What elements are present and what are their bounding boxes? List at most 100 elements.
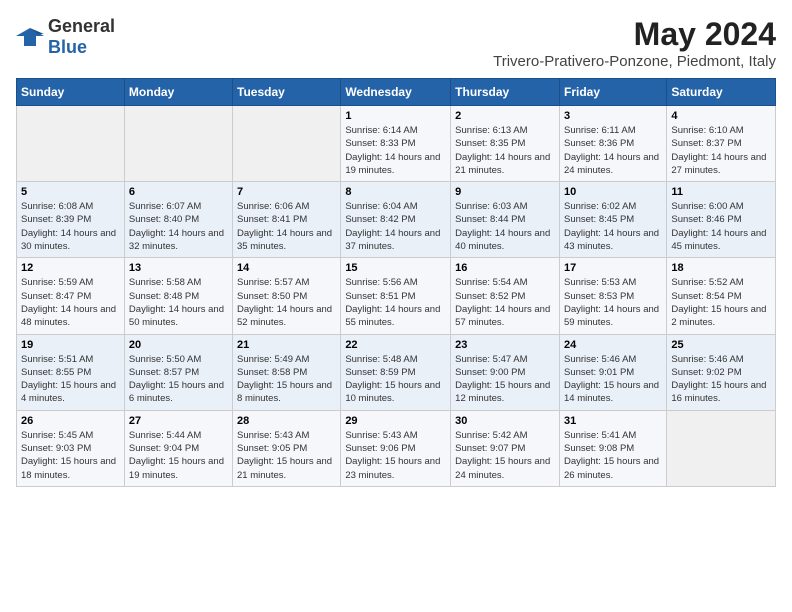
calendar-cell: 16 Sunrise: 5:54 AMSunset: 8:52 PMDayligh…	[451, 258, 560, 334]
calendar-cell: 20Sunrise: 5:50 AMSunset: 8:57 PMDayligh…	[124, 334, 232, 410]
day-number: 16	[455, 262, 555, 274]
title-area: May 2024 Trivero-Prativero-Ponzone, Pied…	[493, 16, 776, 70]
day-info: Sunrise: 5:50 AMSunset: 8:57 PMDaylight:…	[129, 353, 228, 406]
weekday-header-monday: Monday	[124, 79, 232, 106]
logo-bird-icon	[16, 26, 44, 48]
day-number: 5	[21, 186, 120, 198]
calendar-cell: 17 Sunrise: 5:53 AMSunset: 8:53 PMDayligh…	[559, 258, 666, 334]
calendar-cell	[17, 106, 125, 182]
calendar-cell: 31 Sunrise: 5:41 AMSunset: 9:08 PMDayligh…	[559, 410, 666, 486]
day-info: Sunrise: 5:58 AMSunset: 8:48 PMDaylight:…	[129, 276, 228, 329]
calendar-cell: 4Sunrise: 6:10 AMSunset: 8:37 PMDaylight…	[667, 106, 776, 182]
calendar-cell: 13 Sunrise: 5:58 AMSunset: 8:48 PMDayligh…	[124, 258, 232, 334]
day-info: Sunrise: 5:59 AMSunset: 8:47 PMDaylight:…	[21, 276, 120, 329]
weekday-header-row: SundayMondayTuesdayWednesdayThursdayFrid…	[17, 79, 776, 106]
day-info: Sunrise: 6:08 AMSunset: 8:39 PMDaylight:…	[21, 200, 120, 253]
weekday-header-thursday: Thursday	[451, 79, 560, 106]
calendar-week-row: 12 Sunrise: 5:59 AMSunset: 8:47 PMDayligh…	[17, 258, 776, 334]
calendar-cell: 8 Sunrise: 6:04 AMSunset: 8:42 PMDaylight…	[341, 182, 451, 258]
day-number: 11	[671, 186, 771, 198]
weekday-header-wednesday: Wednesday	[341, 79, 451, 106]
day-number: 10	[564, 186, 662, 198]
day-number: 8	[345, 186, 446, 198]
day-info: Sunrise: 5:57 AMSunset: 8:50 PMDaylight:…	[237, 276, 336, 329]
day-info: Sunrise: 6:04 AMSunset: 8:42 PMDaylight:…	[345, 200, 446, 253]
calendar-cell	[233, 106, 341, 182]
day-info: Sunrise: 5:45 AMSunset: 9:03 PMDaylight:…	[21, 429, 120, 482]
calendar-cell: 28Sunrise: 5:43 AMSunset: 9:05 PMDayligh…	[233, 410, 341, 486]
day-info: Sunrise: 5:56 AMSunset: 8:51 PMDaylight:…	[345, 276, 446, 329]
day-info: Sunrise: 6:03 AMSunset: 8:44 PMDaylight:…	[455, 200, 555, 253]
calendar-cell: 21 Sunrise: 5:49 AMSunset: 8:58 PMDayligh…	[233, 334, 341, 410]
day-info: Sunrise: 5:46 AMSunset: 9:02 PMDaylight:…	[671, 353, 771, 406]
day-number: 15	[345, 262, 446, 274]
day-info: Sunrise: 6:14 AMSunset: 8:33 PMDaylight:…	[345, 124, 446, 177]
calendar-cell: 2 Sunrise: 6:13 AMSunset: 8:35 PMDaylight…	[451, 106, 560, 182]
day-info: Sunrise: 5:51 AMSunset: 8:55 PMDaylight:…	[21, 353, 120, 406]
day-info: Sunrise: 6:13 AMSunset: 8:35 PMDaylight:…	[455, 124, 555, 177]
weekday-header-tuesday: Tuesday	[233, 79, 341, 106]
calendar-cell: 12 Sunrise: 5:59 AMSunset: 8:47 PMDayligh…	[17, 258, 125, 334]
day-number: 19	[21, 339, 120, 351]
day-number: 30	[455, 415, 555, 427]
calendar-cell: 29 Sunrise: 5:43 AMSunset: 9:06 PMDayligh…	[341, 410, 451, 486]
calendar-cell: 26Sunrise: 5:45 AMSunset: 9:03 PMDayligh…	[17, 410, 125, 486]
day-info: Sunrise: 5:48 AMSunset: 8:59 PMDaylight:…	[345, 353, 446, 406]
day-number: 27	[129, 415, 228, 427]
calendar-cell: 27 Sunrise: 5:44 AMSunset: 9:04 PMDayligh…	[124, 410, 232, 486]
calendar-week-row: 19 Sunrise: 5:51 AMSunset: 8:55 PMDayligh…	[17, 334, 776, 410]
calendar-week-row: 1 Sunrise: 6:14 AMSunset: 8:33 PMDaylight…	[17, 106, 776, 182]
calendar-cell: 3Sunrise: 6:11 AMSunset: 8:36 PMDaylight…	[559, 106, 666, 182]
calendar-cell: 5 Sunrise: 6:08 AMSunset: 8:39 PMDaylight…	[17, 182, 125, 258]
calendar-cell: 6Sunrise: 6:07 AMSunset: 8:40 PMDaylight…	[124, 182, 232, 258]
calendar-cell: 9 Sunrise: 6:03 AMSunset: 8:44 PMDaylight…	[451, 182, 560, 258]
day-number: 24	[564, 339, 662, 351]
day-number: 17	[564, 262, 662, 274]
day-info: Sunrise: 5:41 AMSunset: 9:08 PMDaylight:…	[564, 429, 662, 482]
calendar-cell: 11Sunrise: 6:00 AMSunset: 8:46 PMDayligh…	[667, 182, 776, 258]
weekday-header-sunday: Sunday	[17, 79, 125, 106]
day-number: 13	[129, 262, 228, 274]
day-info: Sunrise: 5:43 AMSunset: 9:06 PMDaylight:…	[345, 429, 446, 482]
day-number: 1	[345, 110, 446, 122]
calendar-cell: 19 Sunrise: 5:51 AMSunset: 8:55 PMDayligh…	[17, 334, 125, 410]
calendar-cell: 23Sunrise: 5:47 AMSunset: 9:00 PMDayligh…	[451, 334, 560, 410]
calendar-cell: 1 Sunrise: 6:14 AMSunset: 8:33 PMDaylight…	[341, 106, 451, 182]
day-info: Sunrise: 5:42 AMSunset: 9:07 PMDaylight:…	[455, 429, 555, 482]
calendar-cell	[124, 106, 232, 182]
day-number: 2	[455, 110, 555, 122]
day-number: 31	[564, 415, 662, 427]
day-info: Sunrise: 5:49 AMSunset: 8:58 PMDaylight:…	[237, 353, 336, 406]
day-number: 22	[345, 339, 446, 351]
day-info: Sunrise: 6:07 AMSunset: 8:40 PMDaylight:…	[129, 200, 228, 253]
day-info: Sunrise: 5:46 AMSunset: 9:01 PMDaylight:…	[564, 353, 662, 406]
day-info: Sunrise: 6:06 AMSunset: 8:41 PMDaylight:…	[237, 200, 336, 253]
location-title: Trivero-Prativero-Ponzone, Piedmont, Ita…	[493, 53, 776, 70]
day-number: 4	[671, 110, 771, 122]
calendar-cell: 14Sunrise: 5:57 AMSunset: 8:50 PMDayligh…	[233, 258, 341, 334]
day-info: Sunrise: 5:54 AMSunset: 8:52 PMDaylight:…	[455, 276, 555, 329]
weekday-header-saturday: Saturday	[667, 79, 776, 106]
calendar-cell: 24 Sunrise: 5:46 AMSunset: 9:01 PMDayligh…	[559, 334, 666, 410]
day-number: 3	[564, 110, 662, 122]
day-number: 18	[671, 262, 771, 274]
day-info: Sunrise: 6:02 AMSunset: 8:45 PMDaylight:…	[564, 200, 662, 253]
day-info: Sunrise: 5:44 AMSunset: 9:04 PMDaylight:…	[129, 429, 228, 482]
day-number: 7	[237, 186, 336, 198]
day-info: Sunrise: 5:52 AMSunset: 8:54 PMDaylight:…	[671, 276, 771, 329]
month-title: May 2024	[493, 16, 776, 53]
calendar-cell	[667, 410, 776, 486]
day-number: 12	[21, 262, 120, 274]
day-info: Sunrise: 5:53 AMSunset: 8:53 PMDaylight:…	[564, 276, 662, 329]
day-number: 9	[455, 186, 555, 198]
header-area: General Blue May 2024 Trivero-Prativero-…	[16, 16, 776, 70]
calendar-cell: 22 Sunrise: 5:48 AMSunset: 8:59 PMDayligh…	[341, 334, 451, 410]
calendar-cell: 30 Sunrise: 5:42 AMSunset: 9:07 PMDayligh…	[451, 410, 560, 486]
calendar-cell: 18 Sunrise: 5:52 AMSunset: 8:54 PMDayligh…	[667, 258, 776, 334]
calendar-cell: 15 Sunrise: 5:56 AMSunset: 8:51 PMDayligh…	[341, 258, 451, 334]
calendar-table: SundayMondayTuesdayWednesdayThursdayFrid…	[16, 78, 776, 487]
day-number: 21	[237, 339, 336, 351]
day-number: 28	[237, 415, 336, 427]
day-number: 29	[345, 415, 446, 427]
weekday-header-friday: Friday	[559, 79, 666, 106]
